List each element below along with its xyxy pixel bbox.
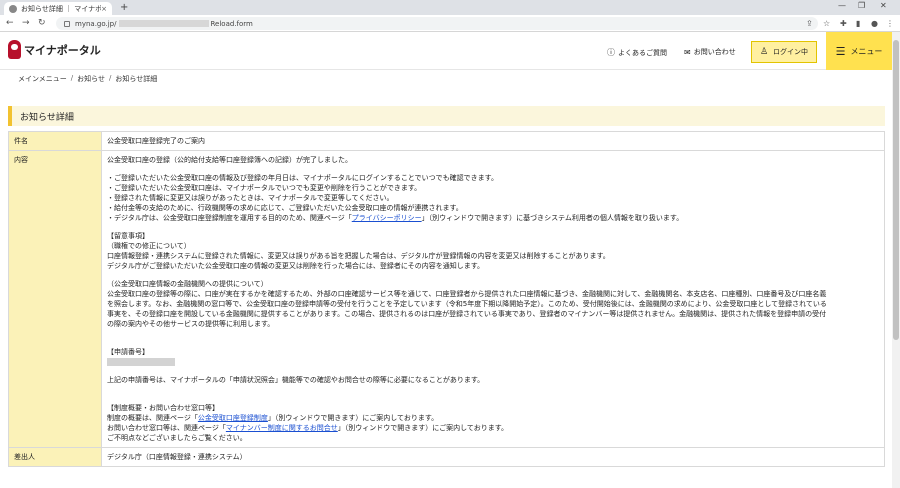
bookmark-star-icon[interactable]: ☆: [823, 18, 830, 29]
privacy-line: ・デジタル庁は、公金受取口座登録制度を運用する目的のため、関連ページ「プライバシ…: [107, 213, 879, 223]
subject-value: 公金受取口座登録完了のご案内: [101, 131, 885, 151]
intro-text: 公金受取口座の登録（公的給付支給等口座登録簿への記録）が完了しました。: [107, 156, 352, 164]
bullet-line: ・ご登録いただいた公金受取口座は、マイナポータルでいつでも変更や削除を行うことが…: [107, 184, 422, 192]
question-circle-icon: ⓘ: [607, 48, 615, 57]
browser-toolbar: ← → ↻ myna.go.jp/ Reload.form ⇪ ☆ ✚ ▮ ● …: [0, 15, 900, 32]
mascot-logo-icon: [8, 40, 21, 59]
login-label: ログイン中: [773, 48, 809, 56]
contact-line: お問い合わせ窓口等は、関連ページ「マイナンバー制度に関するお問合せ」（別ウィンド…: [107, 423, 879, 433]
hamburger-menu-icon: ☰: [835, 44, 846, 58]
faq-link[interactable]: ⓘ よくあるご質問: [607, 47, 667, 58]
logo-text: マイナポータル: [24, 43, 101, 57]
application-number: [107, 357, 879, 367]
extensions-puzzle-icon[interactable]: ✚: [840, 18, 847, 29]
page-title-text: お知らせ詳細: [20, 112, 74, 123]
contact-prefix: お問い合わせ窓口等は、関連ページ「: [107, 424, 226, 432]
breadcrumb-separator: /: [109, 74, 112, 82]
account-system-link[interactable]: 公金受取口座登録制度: [198, 414, 268, 422]
url-host: myna.go.jp/: [75, 19, 117, 28]
sender-label: 差出人: [8, 447, 102, 467]
system-heading: 【制度概要・お問い合わせ窓口等】: [107, 404, 219, 412]
maximize-button[interactable]: ❐: [858, 1, 865, 10]
mail-icon: ✉: [684, 47, 691, 57]
url-path: Reload.form: [210, 19, 253, 28]
share-icon[interactable]: ⇪: [806, 18, 813, 29]
system-prefix: 制度の概要は、関連ページ「: [107, 414, 198, 422]
provision-line: 事実を、その登録口座を開設している金融機関に提供することがあります。この場合、提…: [107, 310, 827, 318]
breadcrumb-notice-detail: お知らせ詳細: [115, 75, 158, 83]
subject-label: 件名: [8, 131, 102, 151]
forward-arrow-icon[interactable]: →: [22, 17, 30, 29]
site-header: マイナポータル ⓘ よくあるご質問 ✉ お問い合わせ ♙ ログイン中 ☰ メニュ…: [0, 32, 892, 70]
redacted-url-segment: [118, 20, 209, 27]
window-close-button[interactable]: ✕: [880, 1, 887, 10]
bullet-line: ・ご登録いただいた公金受取口座の情報及び登録の年月日は、マイナポータルにログイン…: [107, 174, 498, 182]
breadcrumb: メインメニュー / お知らせ / お知らせ詳細: [18, 74, 157, 84]
sender-value: デジタル庁（口座情報登録・連携システム）: [101, 447, 885, 467]
mynumber-inquiry-link[interactable]: マイナンバー制度に関するお問合せ: [226, 424, 338, 432]
privacy-policy-link[interactable]: プライバシーポリシー: [352, 214, 422, 222]
back-arrow-icon[interactable]: ←: [6, 17, 14, 29]
login-status-button[interactable]: ♙ ログイン中: [751, 41, 817, 63]
content-value: 公金受取口座の登録（公的給付支給等口座登録簿への記録）が完了しました。 ・ご登録…: [101, 150, 885, 448]
new-tab-button[interactable]: +: [120, 2, 128, 13]
system-suffix: 」（別ウィンドウで開きます）にご案内しております。: [267, 414, 439, 422]
privacy-suffix: 」（別ウィンドウで開きます）に基づきシステム利用者の個人情報を取り扱います。: [421, 214, 684, 222]
page-scrollbar[interactable]: [892, 32, 900, 488]
profile-avatar-icon[interactable]: ●: [871, 18, 878, 29]
provision-line: の際の案内やその他サービスの提供等に利用します。: [107, 320, 275, 328]
notice-detail-table: 件名 公金受取口座登録完了のご案内 内容 公金受取口座の登録（公的給付支給等口座…: [8, 131, 885, 467]
minimize-button[interactable]: —: [838, 1, 846, 10]
menu-button[interactable]: ☰ メニュー: [826, 32, 892, 70]
site-logo[interactable]: マイナポータル: [8, 40, 101, 59]
menu-label: メニュー: [850, 46, 883, 56]
application-note: 上記の申請番号は、マイナポータルの「申請状況照会」機能等での確認やお問合せの際等…: [107, 376, 485, 384]
address-bar[interactable]: myna.go.jp/ Reload.form: [56, 17, 818, 30]
browser-tab[interactable]: お知らせ詳細 ｜ マイナポータル ×: [4, 2, 112, 15]
provision-line: 公金受取口座の登録等の際に、口座が実在するかを確認するため、外部の口座確認サービ…: [107, 290, 827, 298]
site-favicon-icon: [9, 4, 17, 13]
browser-menu-icon[interactable]: ⋮: [886, 18, 894, 29]
tab-close-icon[interactable]: ×: [101, 5, 107, 13]
contact-link[interactable]: ✉ お問い合わせ: [684, 47, 736, 57]
privacy-prefix: ・デジタル庁は、公金受取口座登録制度を運用する目的のため、関連ページ「: [107, 214, 352, 222]
side-panel-icon[interactable]: ▮: [856, 18, 860, 29]
page-title: お知らせ詳細: [8, 106, 885, 126]
contact-suffix: 」（別ウィンドウで開きます）にご案内しております。: [337, 424, 508, 432]
reload-icon[interactable]: ↻: [38, 17, 46, 29]
notes-heading: 【留意事項】: [107, 232, 149, 240]
content-label: 内容: [8, 150, 102, 448]
bullet-line: ・給付金等の支給のために、行政機関等の求めに応じて、ご登録いただいた公金受取口座…: [107, 204, 463, 212]
faq-label: よくあるご質問: [618, 48, 667, 57]
notes-line: デジタル庁がご登録いただいた公金受取口座の情報の変更又は削除を行った場合には、登…: [107, 262, 485, 270]
bullet-line: ・登録された情報に変更又は誤りがあったときは、マイナポータルで変更等してください…: [107, 194, 394, 202]
redacted-application-number: [107, 358, 175, 366]
notes-line: 口座情報登録・連携システムに登録された情報に、変更又は誤りがある旨を把握した場合…: [107, 252, 610, 260]
breadcrumb-separator: /: [70, 74, 74, 82]
browser-tab-strip: お知らせ詳細 ｜ マイナポータル × + — ❐ ✕: [0, 0, 900, 15]
contact-label: お問い合わせ: [693, 48, 736, 56]
scrollbar-thumb[interactable]: [893, 40, 899, 340]
lock-icon: [64, 20, 70, 27]
system-line: 制度の概要は、関連ページ「公金受取口座登録制度」（別ウィンドウで開きます）にご案…: [107, 413, 879, 423]
provision-heading: （公金受取口座情報の金融機関への提供について）: [107, 280, 268, 288]
application-heading: 【申請番号】: [107, 348, 149, 356]
provision-line: を照会します。なお、金融機関の窓口等で、公金受取口座の登録申請等の受付を行うこと…: [107, 300, 827, 308]
breadcrumb-main-menu[interactable]: メインメニュー: [18, 74, 67, 84]
breadcrumb-notices[interactable]: お知らせ: [77, 74, 105, 84]
notes-subheading: （職権での修正について）: [107, 242, 191, 250]
closing-text: ご不明点などございましたらご覧ください。: [107, 434, 247, 442]
table-row-content: 内容 公金受取口座の登録（公的給付支給等口座登録簿への記録）が完了しました。 ・…: [8, 150, 885, 448]
user-icon: ♙: [759, 47, 769, 57]
tab-title: お知らせ詳細 ｜ マイナポータル: [21, 4, 102, 13]
table-row-subject: 件名 公金受取口座登録完了のご案内: [8, 131, 885, 151]
table-row-sender: 差出人 デジタル庁（口座情報登録・連携システム）: [8, 447, 885, 467]
